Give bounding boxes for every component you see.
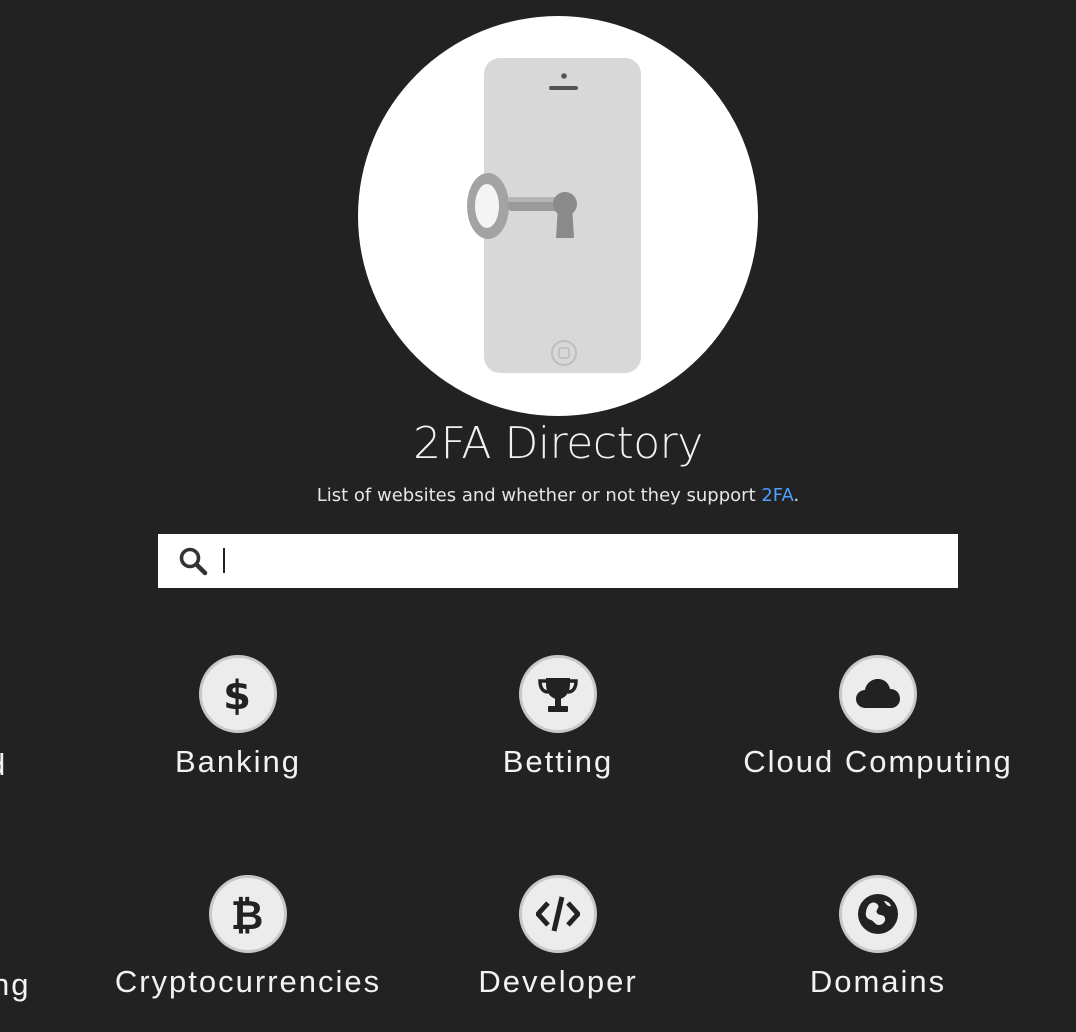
search-input[interactable]: [222, 543, 942, 579]
svg-text:₿: ₿: [231, 893, 266, 936]
category-domains[interactable]: Domains: [718, 875, 1038, 997]
logo: [358, 16, 758, 416]
globe-icon: [858, 894, 898, 934]
phone-key-logo-icon: [467, 58, 641, 373]
subtitle-text: List of websites and whether or not they…: [316, 485, 762, 506]
category-betting[interactable]: Betting: [398, 655, 718, 777]
category-badge: [519, 655, 597, 733]
category-badge: $: [199, 655, 277, 733]
category-developer[interactable]: Developer: [398, 875, 718, 997]
svg-text:$: $: [223, 673, 253, 716]
category-label: Betting: [502, 744, 614, 779]
category-badge: [839, 875, 917, 953]
category-label: Developer: [478, 964, 638, 999]
2fa-link[interactable]: 2FA: [761, 485, 793, 506]
category-cryptocurrencies[interactable]: ₿ Cryptocurrencies: [88, 875, 408, 997]
category-badge: [839, 655, 917, 733]
category-cloud-computing[interactable]: Cloud Computing: [718, 655, 1038, 777]
trophy-icon: [538, 678, 578, 712]
category-badge: [519, 875, 597, 953]
category-label: Cloud Computing: [743, 744, 1013, 779]
subtitle-suffix: .: [793, 485, 800, 506]
page-subtitle: List of websites and whether or not they…: [0, 484, 1076, 508]
dollar-icon: $: [223, 673, 253, 716]
category-label: Cryptocurrencies: [114, 964, 382, 999]
page: 2FA Directory List of websites and wheth…: [0, 0, 1076, 1032]
search-bar[interactable]: [158, 534, 958, 588]
code-icon: [536, 896, 580, 932]
category-badge: ₿: [209, 875, 287, 953]
category-label: Banking: [174, 744, 302, 779]
search-icon: [179, 547, 208, 576]
category-partial-1[interactable]: d: [0, 749, 7, 780]
bitcoin-icon: ₿: [231, 893, 266, 936]
category-partial-2[interactable]: ng: [0, 969, 30, 1000]
text-caret: [223, 548, 225, 573]
category-banking[interactable]: $ Banking: [78, 655, 398, 777]
cloud-icon: [856, 679, 900, 708]
category-label: Domains: [809, 964, 947, 999]
page-title: 2FA Directory: [413, 418, 703, 469]
